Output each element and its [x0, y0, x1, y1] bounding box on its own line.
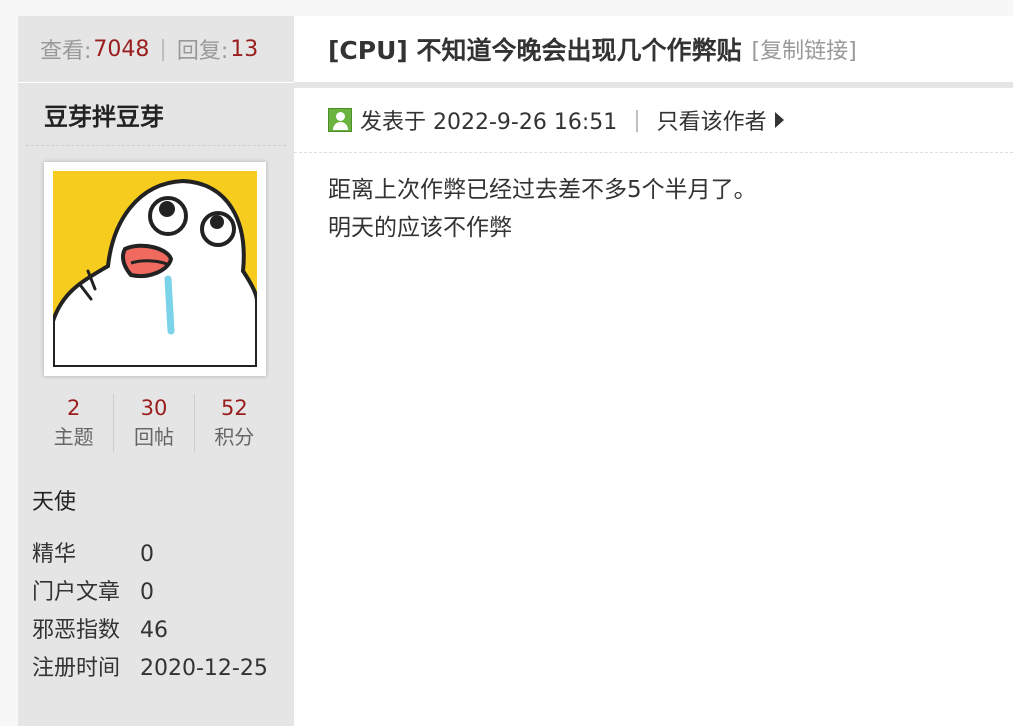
user-rank[interactable]: 天使 [32, 484, 294, 516]
post-meta: 发表于 2022-9-26 16:51 | 只看该作者 [294, 88, 1013, 153]
info-row-evil-index: 邪恶指数 46 [32, 612, 294, 650]
stat-value[interactable]: 52 [195, 394, 274, 422]
thread-title: [CPU] 不知道今晚会出现几个作弊贴 [328, 36, 742, 65]
only-author-link[interactable]: 只看该作者 [657, 104, 767, 136]
author-stats: 2 主题 30 回帖 52 积分 [34, 394, 274, 452]
info-row-portal-articles: 门户文章 0 [32, 574, 294, 612]
author-info-list: 精华 0 门户文章 0 邪恶指数 46 注册时间 2020-12-25 [32, 536, 294, 688]
info-key: 注册时间 [32, 656, 121, 681]
post-line: 距离上次作弊已经过去差不多5个半月了。 [328, 177, 757, 203]
stat-posts[interactable]: 30 回帖 [114, 394, 195, 452]
copy-link-button[interactable]: [复制链接] [752, 33, 857, 65]
info-value: 0 [140, 580, 154, 605]
info-value: 46 [140, 618, 168, 643]
stat-value[interactable]: 2 [34, 394, 113, 422]
thread-title-bar: [CPU] 不知道今晚会出现几个作弊贴 [复制链接] [294, 16, 1013, 88]
triangle-right-icon[interactable] [774, 112, 784, 128]
post-time: 发表于 2022-9-26 16:51 [360, 110, 618, 135]
stat-points[interactable]: 52 积分 [195, 394, 274, 452]
avatar-frame[interactable] [44, 162, 266, 376]
thread-stats: 查看: 7048 | 回复: 13 [18, 16, 294, 83]
info-key: 门户文章 [32, 580, 121, 605]
post-body: 距离上次作弊已经过去差不多5个半月了。 明天的应该不作弊 [294, 153, 1013, 247]
stat-label[interactable]: 主题 [34, 422, 113, 452]
info-row-digest: 精华 0 [32, 536, 294, 574]
user-online-icon [328, 108, 352, 132]
post-line: 明天的应该不作弊 [328, 215, 512, 241]
avatar[interactable] [53, 171, 257, 367]
info-key: 邪恶指数 [32, 618, 121, 643]
replies-count: 13 [230, 36, 259, 62]
views-label: 查看: [40, 39, 92, 64]
avatar-image [53, 171, 257, 367]
stat-label[interactable]: 积分 [195, 422, 274, 452]
views-count: 7048 [93, 36, 150, 62]
info-value: 2020-12-25 [140, 656, 268, 681]
post-main: [CPU] 不知道今晚会出现几个作弊贴 [复制链接] 发表于 2022-9-26… [294, 16, 1013, 726]
info-row-register-date: 注册时间 2020-12-25 [32, 650, 294, 688]
info-key: 精华 [32, 542, 77, 567]
author-sidebar: 查看: 7048 | 回复: 13 豆芽拌豆芽 2 主题 30 回帖 52 积分… [18, 16, 294, 726]
stats-separator: | [159, 36, 167, 62]
meta-separator: | [633, 107, 641, 133]
info-value: 0 [140, 542, 154, 567]
stat-label[interactable]: 回帖 [114, 422, 193, 452]
stat-threads[interactable]: 2 主题 [34, 394, 115, 452]
author-name[interactable]: 豆芽拌豆芽 [26, 83, 286, 146]
replies-label: 回复: [176, 39, 229, 64]
stat-value[interactable]: 30 [114, 394, 193, 422]
